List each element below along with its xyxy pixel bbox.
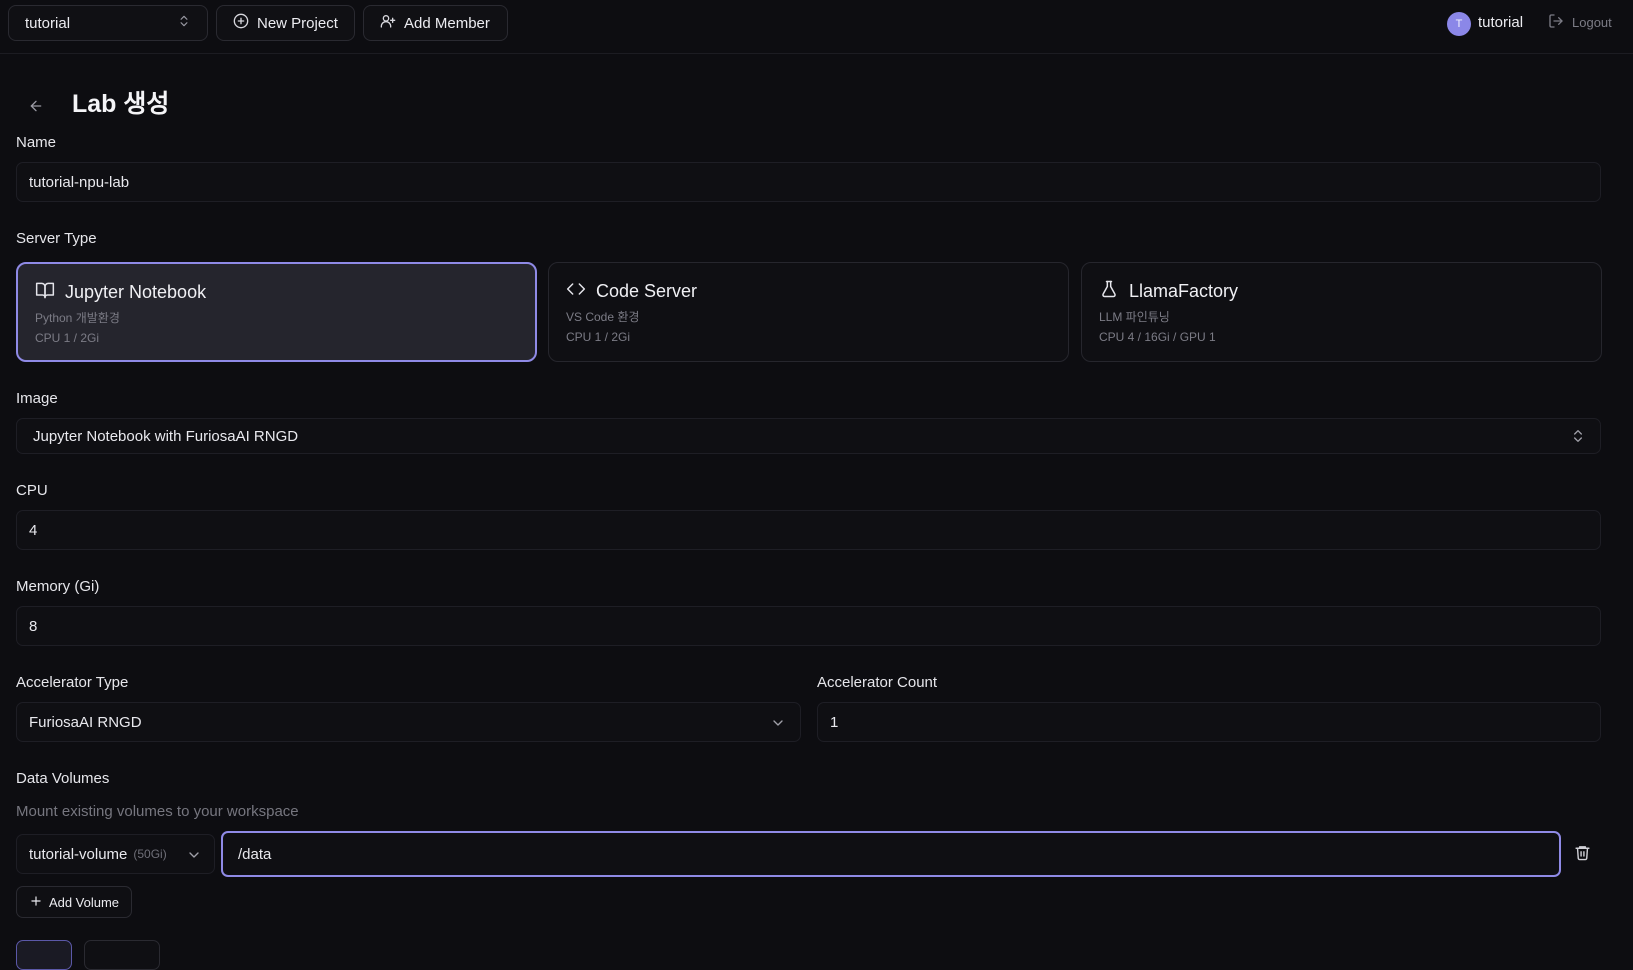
accelerator-type-value: FuriosaAI RNGD xyxy=(29,713,142,731)
logout-button[interactable]: Logout xyxy=(1548,13,1612,32)
memory-input[interactable]: 8 xyxy=(16,606,1601,646)
accelerator-type-select[interactable]: FuriosaAI RNGD xyxy=(16,702,801,742)
card-subtitle: Python 개발환경 xyxy=(35,311,120,325)
card-subtitle: VS Code 환경 xyxy=(566,310,640,324)
card-title: Jupyter Notebook xyxy=(65,282,207,302)
server-type-card-code-server[interactable]: Code Server VS Code 환경 CPU 1 / 2Gi xyxy=(548,262,1069,362)
volume-name: tutorial-volume xyxy=(29,845,128,863)
add-member-button[interactable]: Add Member xyxy=(363,5,508,41)
data-volumes-helper: Mount existing volumes to your workspace xyxy=(16,803,299,820)
card-subtitle: LLM 파인튜닝 xyxy=(1099,310,1170,324)
logout-label: Logout xyxy=(1572,15,1612,30)
server-type-card-llamafactory[interactable]: LlamaFactory LLM 파인튜닝 CPU 4 / 16Gi / GPU… xyxy=(1081,262,1602,362)
mount-path-input[interactable]: /data xyxy=(221,831,1561,877)
plus-icon xyxy=(29,894,43,911)
volume-size: (50Gi) xyxy=(133,847,167,861)
server-type-card-jupyter[interactable]: Jupyter Notebook Python 개발환경 CPU 1 / 2Gi xyxy=(16,262,537,362)
volume-select[interactable]: tutorial-volume (50Gi) xyxy=(16,834,215,874)
project-name: tutorial xyxy=(25,14,71,32)
card-spec: CPU 4 / 16Gi / GPU 1 xyxy=(1099,330,1216,344)
card-title: Code Server xyxy=(596,281,698,301)
name-input[interactable]: tutorial-npu-lab xyxy=(16,162,1601,202)
accelerator-type-label: Accelerator Type xyxy=(16,674,129,691)
user-plus-icon xyxy=(380,13,396,33)
cpu-label: CPU xyxy=(16,482,48,499)
name-label: Name xyxy=(16,134,57,151)
chevrons-up-down-icon xyxy=(177,14,191,32)
trash-icon xyxy=(1574,846,1591,865)
code-icon xyxy=(566,279,586,304)
image-select-value: Jupyter Notebook with FuriosaAI RNGD xyxy=(33,427,299,445)
add-volume-label: Add Volume xyxy=(48,894,120,910)
user-name: tutorial xyxy=(1478,14,1524,31)
image-select[interactable]: Jupyter Notebook with FuriosaAI RNGD xyxy=(16,418,1601,454)
add-volume-button[interactable]: Add Volume xyxy=(16,886,132,918)
cpu-input[interactable]: 4 xyxy=(16,510,1601,550)
accelerator-count-input[interactable]: 1 xyxy=(817,702,1601,742)
top-bar: tutorial New Project Add Member T tutori… xyxy=(0,0,1633,54)
book-open-icon xyxy=(35,280,55,305)
server-type-label: Server Type xyxy=(16,230,97,247)
flask-icon xyxy=(1099,279,1119,304)
plus-circle-icon xyxy=(233,13,249,33)
page-title: Lab 생성 xyxy=(72,90,170,118)
add-member-label: Add Member xyxy=(404,14,490,32)
delete-volume-button[interactable] xyxy=(1574,844,1592,862)
card-spec: CPU 1 / 2Gi xyxy=(566,330,631,344)
chevron-down-icon xyxy=(186,847,202,863)
avatar[interactable]: T xyxy=(1447,12,1471,36)
data-volumes-label: Data Volumes xyxy=(16,770,110,787)
chevrons-up-down-icon xyxy=(1570,428,1586,444)
card-title: LlamaFactory xyxy=(1129,281,1239,301)
image-label: Image xyxy=(16,390,58,407)
back-button[interactable] xyxy=(28,98,48,118)
arrow-left-icon xyxy=(28,100,44,118)
log-out-icon xyxy=(1548,13,1564,32)
accelerator-count-label: Accelerator Count xyxy=(817,674,938,691)
project-selector[interactable]: tutorial xyxy=(8,5,208,41)
chevron-down-icon xyxy=(770,715,786,731)
memory-label: Memory (Gi) xyxy=(16,578,100,595)
new-project-label: New Project xyxy=(257,14,338,32)
card-spec: CPU 1 / 2Gi xyxy=(35,331,100,345)
new-project-button[interactable]: New Project xyxy=(216,5,355,41)
